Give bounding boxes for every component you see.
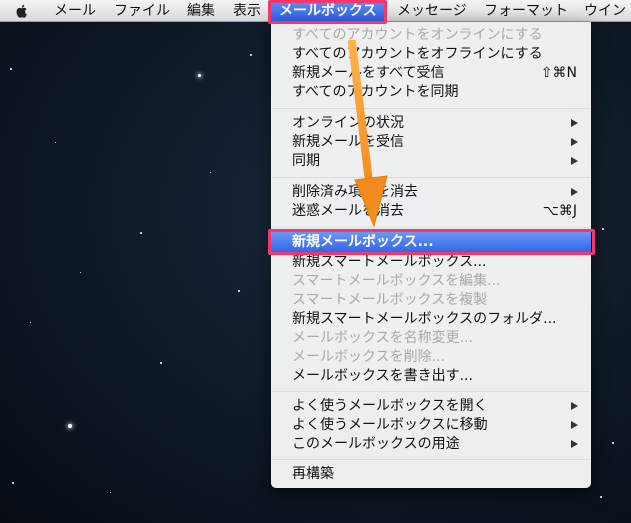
submenu-arrow-icon bbox=[571, 421, 578, 429]
star bbox=[210, 172, 211, 173]
menu-item-label: スマートメールボックスを複製 bbox=[292, 292, 488, 308]
menu-item-shortcut: ⌥⌘J bbox=[542, 203, 577, 219]
menu-item-new-smart-mailbox-folder[interactable]: 新規スマートメールボックスのフォルダ... bbox=[271, 310, 591, 329]
menu-item-shortcut: ⇧⌘N bbox=[540, 65, 577, 81]
menu-separator bbox=[272, 177, 590, 178]
mailbox-menu: すべてのアカウントをオンラインにする すべてのアカウントをオフラインにする 新規… bbox=[271, 22, 591, 488]
star bbox=[110, 492, 111, 493]
menu-item-open-favorite-mailbox[interactable]: よく使うメールボックスを開く bbox=[271, 397, 591, 416]
menu-separator bbox=[272, 459, 590, 460]
menu-item-label: よく使うメールボックスに移動 bbox=[292, 417, 488, 433]
menu-item-edit-smart-mailbox[interactable]: スマートメールボックスを編集... bbox=[271, 272, 591, 291]
menu-item-label: 同期 bbox=[292, 153, 320, 169]
menu-item-rename-mailbox[interactable]: メールボックスを名称変更... bbox=[271, 329, 591, 348]
menu-mailbox[interactable]: メールボックス bbox=[271, 0, 385, 22]
menu-item-all-accounts-online[interactable]: すべてのアカウントをオンラインにする bbox=[271, 26, 591, 45]
menu-view[interactable]: 表示 bbox=[233, 0, 261, 22]
star bbox=[80, 272, 81, 273]
menu-item-label: 新規スマートメールボックス... bbox=[292, 254, 487, 270]
submenu-arrow-icon bbox=[571, 188, 578, 196]
menu-item-label: メールボックスを削除... bbox=[292, 349, 445, 365]
star bbox=[198, 74, 201, 77]
star bbox=[238, 290, 240, 292]
star bbox=[30, 322, 31, 323]
star bbox=[55, 142, 56, 143]
menu-window[interactable]: ウイン bbox=[584, 0, 626, 22]
star bbox=[10, 68, 12, 70]
menu-item-label: このメールボックスの用途 bbox=[292, 436, 460, 452]
star bbox=[602, 228, 604, 230]
menu-item-label: 再構築 bbox=[292, 466, 334, 482]
menu-file[interactable]: ファイル bbox=[114, 0, 170, 22]
star bbox=[12, 482, 14, 484]
menu-item-delete-mailbox[interactable]: メールボックスを削除... bbox=[271, 348, 591, 367]
menu-item-use-this-mailbox-for[interactable]: このメールボックスの用途 bbox=[271, 435, 591, 454]
menu-item-label: 新規スマートメールボックスのフォルダ... bbox=[292, 311, 557, 327]
menu-separator bbox=[272, 391, 590, 392]
submenu-arrow-icon bbox=[571, 119, 578, 127]
menu-item-sync-all-accounts[interactable]: すべてのアカウントを同期 bbox=[271, 83, 591, 102]
submenu-arrow-icon bbox=[571, 157, 578, 165]
menu-item-erase-deleted-items[interactable]: 削除済み項目を消去 bbox=[271, 183, 591, 202]
menu-message[interactable]: メッセージ bbox=[397, 0, 467, 22]
star bbox=[68, 424, 72, 428]
menu-edit[interactable]: 編集 bbox=[187, 0, 215, 22]
star bbox=[250, 54, 252, 56]
menu-separator bbox=[272, 108, 590, 109]
menu-item-new-mailbox[interactable]: 新規メールボックス... bbox=[271, 232, 591, 253]
star bbox=[160, 362, 162, 364]
menu-item-duplicate-smart-mailbox[interactable]: スマートメールボックスを複製 bbox=[271, 291, 591, 310]
star bbox=[140, 232, 142, 234]
menu-separator bbox=[272, 227, 590, 228]
menu-item-label: メールボックスを名称変更... bbox=[292, 330, 473, 346]
annotation-arrow-icon bbox=[348, 40, 388, 228]
menu-item-new-smart-mailbox[interactable]: 新規スマートメールボックス... bbox=[271, 253, 591, 272]
submenu-arrow-icon bbox=[571, 402, 578, 410]
menu-item-all-accounts-offline[interactable]: すべてのアカウントをオフラインにする bbox=[271, 45, 591, 64]
menu-item-rebuild[interactable]: 再構築 bbox=[271, 465, 591, 484]
menu-item-export-mailbox[interactable]: メールボックスを書き出す... bbox=[271, 367, 591, 386]
menu-bar: メール ファイル 編集 表示 メールボックス メッセージ フォーマット ウイン bbox=[0, 0, 631, 22]
menu-item-move-to-favorite-mailbox[interactable]: よく使うメールボックスに移動 bbox=[271, 416, 591, 435]
menu-mail[interactable]: メール bbox=[54, 0, 96, 22]
menu-item-erase-junk-mail[interactable]: 迷惑メールを消去 ⌥⌘J bbox=[271, 202, 591, 221]
star bbox=[612, 442, 614, 444]
menu-item-synchronize[interactable]: 同期 bbox=[271, 152, 591, 171]
menu-item-get-new-mail[interactable]: 新規メールを受信 bbox=[271, 133, 591, 152]
menu-item-label: メールボックスを書き出す... bbox=[292, 368, 473, 384]
submenu-arrow-icon bbox=[571, 138, 578, 146]
menu-item-online-status[interactable]: オンラインの状況 bbox=[271, 114, 591, 133]
menu-item-label: よく使うメールボックスを開く bbox=[292, 398, 488, 414]
star bbox=[600, 496, 602, 498]
menu-format[interactable]: フォーマット bbox=[484, 0, 568, 22]
submenu-arrow-icon bbox=[571, 440, 578, 448]
menu-item-label: スマートメールボックスを編集... bbox=[292, 273, 501, 289]
apple-icon[interactable] bbox=[14, 3, 30, 19]
menu-item-get-all-new-mail[interactable]: 新規メールをすべて受信 ⇧⌘N bbox=[271, 64, 591, 83]
